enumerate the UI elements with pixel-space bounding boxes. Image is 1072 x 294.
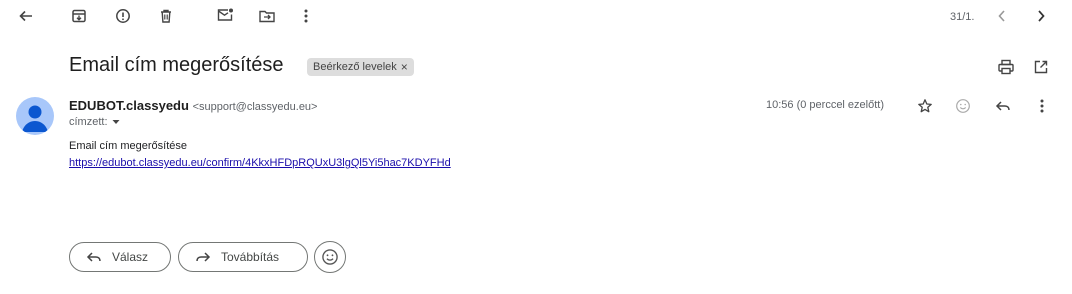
move-to-icon[interactable] xyxy=(256,6,278,26)
emoji-icon xyxy=(322,249,338,265)
sender-email: <support@classyedu.eu> xyxy=(192,101,318,113)
reply-icon[interactable] xyxy=(992,96,1014,116)
recipient-line[interactable]: címzett: xyxy=(69,116,120,128)
mark-unread-icon[interactable] xyxy=(213,5,237,25)
reply-icon xyxy=(86,252,101,262)
sender-avatar xyxy=(16,97,54,135)
emoji-reaction-button[interactable] xyxy=(314,241,346,273)
open-in-new-window-icon[interactable] xyxy=(1030,57,1052,77)
archive-icon[interactable] xyxy=(68,6,90,26)
print-icon[interactable] xyxy=(995,57,1017,77)
confirmation-link[interactable]: https://edubot.classyedu.eu/confirm/4Kkx… xyxy=(69,157,451,169)
forward-button[interactable]: Továbbítás xyxy=(178,242,308,272)
star-icon[interactable] xyxy=(914,96,936,116)
label-chip-text: Beérkező levelek xyxy=(313,61,397,73)
caret-down-icon xyxy=(112,120,120,124)
received-time: 10:56 (0 perccel ezelőtt) xyxy=(766,99,885,111)
more-vert-icon[interactable] xyxy=(1032,96,1052,116)
sender-line: EDUBOT.classyedu <support@classyedu.eu> xyxy=(69,98,317,113)
pagination-count: 31/1. xyxy=(950,11,975,23)
to-label: címzett: xyxy=(69,116,108,128)
trash-icon[interactable] xyxy=(155,6,177,26)
reply-button-label: Válasz xyxy=(112,250,149,264)
forward-icon xyxy=(196,252,211,262)
back-arrow-icon[interactable] xyxy=(14,6,38,26)
emoji-reaction-icon[interactable] xyxy=(952,96,974,116)
report-spam-icon[interactable] xyxy=(112,6,134,26)
forward-button-label: Továbbítás xyxy=(221,250,280,264)
more-vert-icon[interactable] xyxy=(296,6,316,26)
email-subject: Email cím megerősítése xyxy=(69,54,284,76)
inbox-label-chip: Beérkező levelek × xyxy=(307,58,414,76)
chevron-left-icon[interactable] xyxy=(992,6,1012,26)
reply-button[interactable]: Válasz xyxy=(69,242,171,272)
chevron-right-icon[interactable] xyxy=(1031,6,1051,26)
email-body-text: Email cím megerősítése xyxy=(69,140,187,152)
sender-name[interactable]: EDUBOT.classyedu xyxy=(69,98,189,113)
remove-label-button[interactable]: × xyxy=(401,60,408,74)
